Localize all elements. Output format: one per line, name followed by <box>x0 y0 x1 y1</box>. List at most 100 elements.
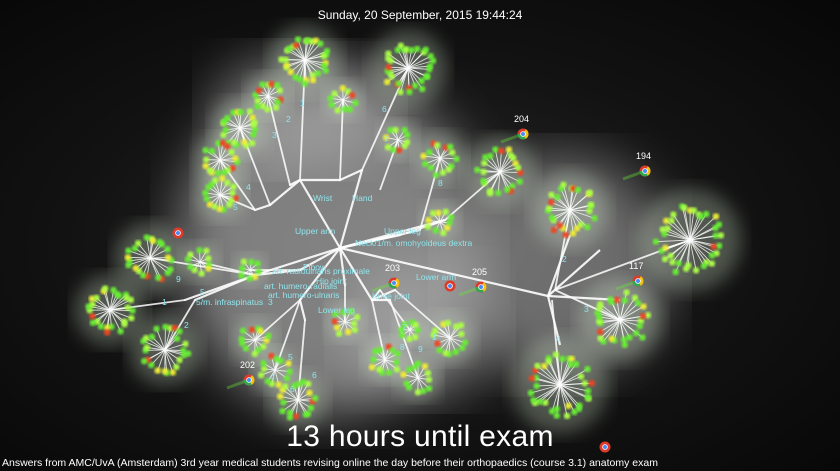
leaf-node <box>571 408 578 416</box>
leaf-node <box>173 363 180 371</box>
branch-number: 9 <box>418 344 423 354</box>
leaf-node <box>418 77 425 85</box>
leaf-node <box>692 267 700 274</box>
leaf-node <box>495 189 502 197</box>
leaf-node <box>414 360 422 367</box>
leaf-node <box>591 215 598 222</box>
leaf-node <box>115 292 123 299</box>
leaf-node <box>344 328 352 336</box>
branch-number: 1 <box>432 332 437 342</box>
leaf-node <box>248 258 255 266</box>
leaf-node <box>565 402 572 410</box>
leaf-node <box>246 108 254 115</box>
leaf-node <box>406 335 413 343</box>
leaf-node <box>708 260 716 267</box>
leaf-node <box>203 195 210 202</box>
leaf-node <box>352 99 359 107</box>
leaf-node <box>432 227 439 234</box>
leaf-node <box>134 240 142 247</box>
leaf-edge <box>127 256 151 259</box>
leaf-node <box>226 201 233 208</box>
leaf-node <box>419 85 426 93</box>
leaf-node <box>317 40 324 47</box>
leaf-node <box>286 409 294 416</box>
leaf-node <box>554 193 561 201</box>
branch-number: 2 <box>286 114 291 124</box>
leaf-node <box>712 213 720 220</box>
leaf-node <box>101 285 109 292</box>
leaf-node <box>255 87 263 94</box>
leaf-node <box>283 374 291 382</box>
leaf-node <box>260 360 267 367</box>
leaf-node <box>530 396 537 404</box>
leaf-node <box>393 359 400 366</box>
leaf-node <box>164 246 171 253</box>
chrome-icon: 194 <box>622 151 651 181</box>
leaf-node <box>202 147 209 154</box>
leaf-node <box>440 229 447 237</box>
leaf-node <box>552 351 560 358</box>
browser-session-count: 194 <box>636 151 651 161</box>
leaf-node <box>623 289 630 296</box>
leaf-node <box>282 383 289 390</box>
branch-label: Lower arm <box>416 272 456 282</box>
leaf-node <box>331 318 338 325</box>
chrome-icon-center <box>246 377 252 383</box>
leaf-node <box>675 259 682 267</box>
branch-number: 4 <box>270 372 275 382</box>
leaf-node <box>639 312 647 320</box>
leaf-node <box>279 399 287 406</box>
leaf-node <box>154 367 161 374</box>
leaf-node <box>265 332 272 340</box>
leaf-node <box>230 139 238 146</box>
leaf-node <box>292 74 299 81</box>
activity-tree-graph: 12345678912345678 9123456 Wrist HandUpper … <box>74 24 742 453</box>
leaf-node <box>368 364 376 371</box>
leaf-node <box>426 62 434 70</box>
visualization-stage: 123456789123456789123456 Wrist Hand Upper … <box>0 0 840 471</box>
leaf-node <box>548 407 556 415</box>
leaf-node <box>510 154 517 162</box>
leaf-node <box>141 357 148 365</box>
leaf-node <box>239 327 247 335</box>
leaf-node <box>447 214 455 221</box>
leaf-node <box>400 371 407 378</box>
leaf-node <box>385 50 392 57</box>
leaf-node <box>155 274 162 281</box>
leaf-node <box>272 104 280 111</box>
leaf-node <box>164 254 172 261</box>
leaf-node <box>292 413 300 420</box>
leaf-node <box>222 126 230 134</box>
leaf-node <box>397 88 404 96</box>
leaf-node <box>187 251 194 258</box>
leaf-node <box>652 238 660 245</box>
leaf-node <box>257 327 264 335</box>
leaf-node <box>224 114 231 122</box>
leaf-node <box>255 268 262 275</box>
leaf-node <box>667 252 674 260</box>
leaf-node <box>89 319 97 326</box>
branch-number: 5 <box>233 202 238 212</box>
leaf-node <box>384 143 392 151</box>
branch-number: 1 <box>300 98 305 108</box>
leaf-node <box>229 189 236 197</box>
leaf-node <box>351 326 358 334</box>
leaf-node <box>636 322 643 330</box>
browser-session-count: 203 <box>385 263 400 273</box>
leaf-node <box>169 369 176 376</box>
branch-number: 7 <box>384 134 389 144</box>
leaf-node <box>505 146 513 153</box>
leaf-node <box>681 204 688 212</box>
leaf-node <box>127 296 135 304</box>
leaf-node <box>214 169 221 177</box>
leaf-node <box>640 303 647 310</box>
leaf-node <box>237 108 244 116</box>
leaf-node <box>548 191 555 199</box>
leaf-node <box>250 131 257 138</box>
leaf-node <box>305 380 312 388</box>
leaf-node <box>534 362 541 370</box>
leaf-node <box>633 329 640 337</box>
leaf-node <box>425 385 433 392</box>
leaf-node <box>376 346 383 354</box>
leaf-node <box>559 355 566 363</box>
